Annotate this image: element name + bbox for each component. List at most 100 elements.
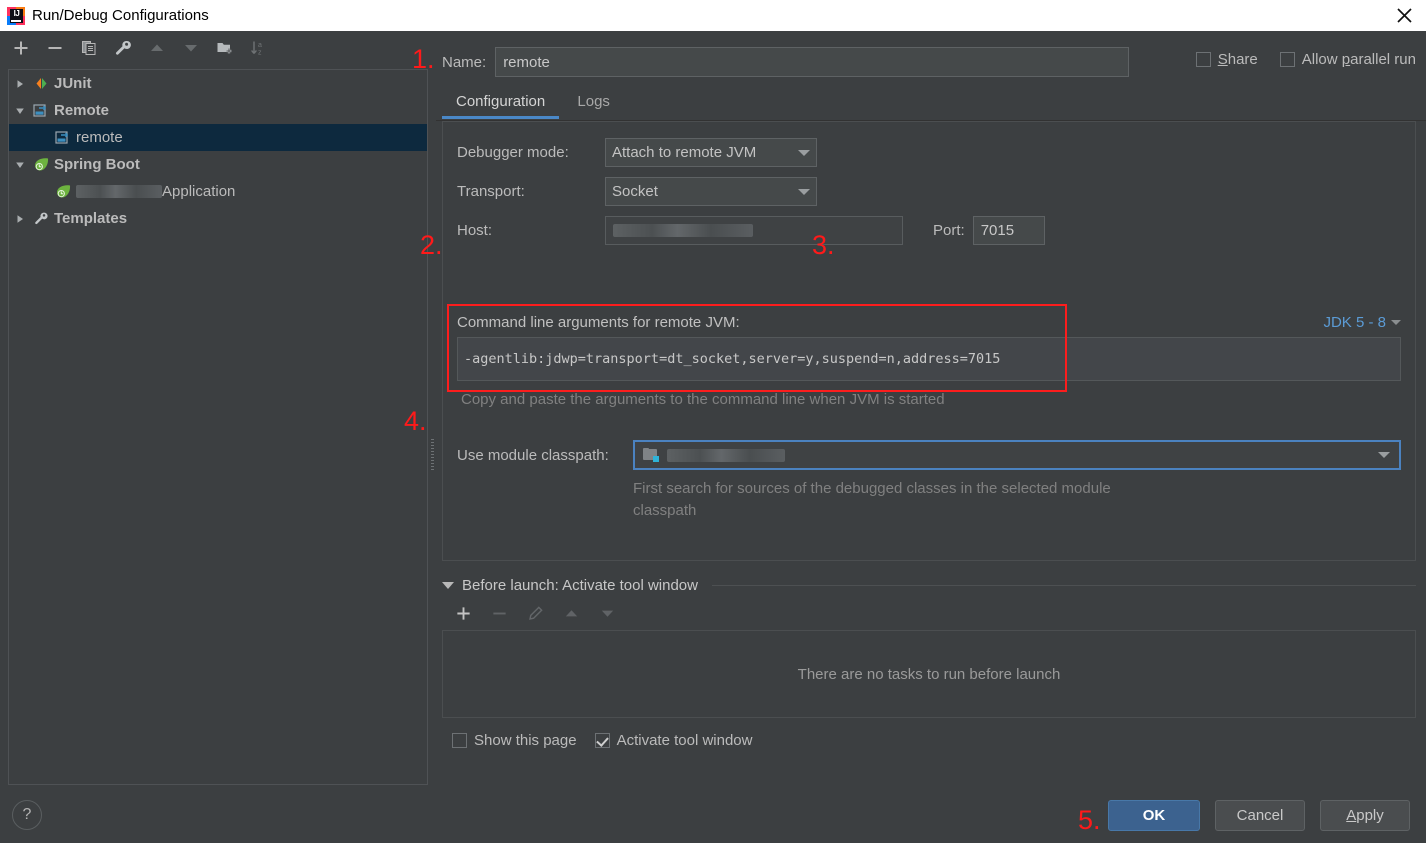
chevron-down-icon bbox=[798, 189, 810, 195]
activate-tool-window-label: Activate tool window bbox=[617, 732, 753, 749]
collapse-arrow-icon[interactable] bbox=[442, 582, 454, 589]
sort-az-icon[interactable]: a z bbox=[248, 37, 270, 59]
chevron-down-icon bbox=[1378, 452, 1390, 458]
tab-configuration[interactable]: Configuration bbox=[442, 89, 559, 118]
move-up-button[interactable] bbox=[146, 37, 168, 59]
task-move-up-button[interactable] bbox=[560, 602, 582, 624]
expand-arrow-icon[interactable] bbox=[9, 79, 31, 89]
tree-item-templates[interactable]: Templates bbox=[9, 205, 427, 232]
configuration-right-panel: Name: Share Allow parallel run Configura… bbox=[436, 31, 1426, 791]
tree-item-spring-boot-group[interactable]: Spring Boot bbox=[9, 151, 427, 178]
use-module-classpath-hint: First search for sources of the debugged… bbox=[633, 478, 1153, 522]
tree-item-junit[interactable]: JUnit bbox=[9, 70, 427, 97]
junit-icon bbox=[31, 76, 51, 92]
wrench-icon[interactable] bbox=[112, 37, 134, 59]
remote-icon bbox=[53, 130, 73, 146]
add-configuration-button[interactable] bbox=[10, 37, 32, 59]
checkbox-box bbox=[1196, 52, 1211, 67]
tab-bar: Configuration Logs bbox=[436, 89, 1426, 121]
close-icon[interactable] bbox=[1390, 0, 1418, 31]
panel-splitter[interactable] bbox=[429, 31, 436, 791]
command-line-arguments-field[interactable]: -agentlib:jdwp=transport=dt_socket,serve… bbox=[457, 337, 1401, 381]
jdk-version-label: JDK 5 - 8 bbox=[1323, 314, 1386, 331]
move-down-button[interactable] bbox=[180, 37, 202, 59]
pencil-icon[interactable] bbox=[524, 602, 546, 624]
use-module-classpath-select[interactable] bbox=[633, 440, 1401, 470]
show-this-page-checkbox[interactable]: Show this page bbox=[452, 732, 577, 749]
debugger-mode-label: Debugger mode: bbox=[457, 144, 605, 161]
spring-boot-icon bbox=[31, 157, 51, 173]
expand-arrow-icon[interactable] bbox=[9, 214, 31, 224]
dialog-buttons: OK Cancel Apply bbox=[1108, 800, 1410, 831]
apply-button[interactable]: Apply bbox=[1320, 800, 1410, 831]
host-port-row: Host: Port: bbox=[457, 216, 1045, 245]
task-move-down-button[interactable] bbox=[596, 602, 618, 624]
module-icon bbox=[643, 448, 659, 462]
before-launch-title: Before launch: Activate tool window bbox=[462, 577, 698, 594]
tree-item-label: Spring Boot bbox=[54, 156, 140, 173]
port-input[interactable] bbox=[973, 216, 1045, 245]
transport-row: Transport: Socket bbox=[457, 177, 1045, 206]
folder-add-icon[interactable] bbox=[214, 37, 236, 59]
redacted-text bbox=[667, 449, 785, 462]
annotation-1: 1. bbox=[412, 44, 435, 75]
share-label: Share bbox=[1218, 51, 1258, 68]
tree-item-remote-group[interactable]: Remote bbox=[9, 97, 427, 124]
connection-settings-form: Debugger mode: Attach to remote JVM Tran… bbox=[457, 138, 1045, 245]
command-line-arguments-hint: Copy and paste the arguments to the comm… bbox=[457, 391, 1401, 408]
help-button[interactable]: ? bbox=[12, 800, 42, 830]
tree-item-spring-application[interactable]: Application bbox=[9, 178, 427, 205]
host-label: Host: bbox=[457, 222, 605, 239]
host-input[interactable] bbox=[605, 216, 903, 245]
tab-logs[interactable]: Logs bbox=[563, 89, 624, 118]
redacted-text bbox=[613, 224, 753, 237]
debugger-mode-value: Attach to remote JVM bbox=[612, 144, 792, 161]
before-launch-task-list[interactable]: There are no tasks to run before launch bbox=[442, 630, 1416, 718]
window-title: Run/Debug Configurations bbox=[32, 7, 209, 24]
dialog-footer: ? OK Cancel Apply bbox=[0, 791, 1426, 843]
remote-icon bbox=[31, 103, 51, 119]
redacted-text bbox=[76, 185, 162, 198]
name-input[interactable] bbox=[495, 47, 1129, 77]
tree-item-label: Templates bbox=[54, 210, 127, 227]
debugger-mode-select[interactable]: Attach to remote JVM bbox=[605, 138, 817, 167]
configurations-tree[interactable]: JUnit Remote bbox=[8, 69, 428, 785]
before-launch-section: Before launch: Activate tool window bbox=[442, 577, 1416, 749]
configurations-left-panel: a z JUnit bbox=[0, 31, 428, 791]
splitter-grip-icon[interactable] bbox=[431, 439, 434, 471]
transport-label: Transport: bbox=[457, 183, 605, 200]
configurations-toolbar: a z bbox=[0, 31, 428, 65]
use-module-classpath-row: Use module classpath: bbox=[457, 440, 1401, 470]
share-checkbox[interactable]: Share bbox=[1196, 51, 1258, 68]
collapse-arrow-icon[interactable] bbox=[9, 160, 31, 170]
chevron-down-icon bbox=[1391, 320, 1401, 325]
jdk-version-selector[interactable]: JDK 5 - 8 bbox=[1323, 314, 1401, 331]
checkbox-box bbox=[595, 733, 610, 748]
cancel-button[interactable]: Cancel bbox=[1215, 800, 1305, 831]
remove-configuration-button[interactable] bbox=[44, 37, 66, 59]
add-task-button[interactable] bbox=[452, 602, 474, 624]
collapse-arrow-icon[interactable] bbox=[9, 106, 31, 116]
intellij-idea-icon: IJ bbox=[7, 7, 25, 25]
port-label: Port: bbox=[933, 222, 965, 239]
transport-select[interactable]: Socket bbox=[605, 177, 817, 206]
name-label: Name: bbox=[442, 54, 486, 71]
before-launch-header[interactable]: Before launch: Activate tool window bbox=[442, 577, 1416, 594]
tree-item-label: Remote bbox=[54, 102, 109, 119]
debugger-mode-row: Debugger mode: Attach to remote JVM bbox=[457, 138, 1045, 167]
window-title-bar: IJ Run/Debug Configurations bbox=[0, 0, 1426, 31]
tree-item-remote-config[interactable]: remote bbox=[9, 124, 427, 151]
annotation-2: 2. bbox=[420, 230, 443, 261]
run-debug-configurations-dialog: a z JUnit bbox=[0, 31, 1426, 843]
tree-item-label: Application bbox=[162, 183, 235, 200]
allow-parallel-run-checkbox[interactable]: Allow parallel run bbox=[1280, 51, 1416, 68]
annotation-5: 5. bbox=[1078, 805, 1101, 836]
ok-button[interactable]: OK bbox=[1108, 800, 1200, 831]
checkbox-box bbox=[452, 733, 467, 748]
remove-task-button[interactable] bbox=[488, 602, 510, 624]
checkbox-box bbox=[1280, 52, 1295, 67]
activate-tool-window-checkbox[interactable]: Activate tool window bbox=[595, 732, 753, 749]
copy-configuration-button[interactable] bbox=[78, 37, 100, 59]
configuration-panel: Debugger mode: Attach to remote JVM Tran… bbox=[442, 121, 1416, 561]
divider bbox=[712, 585, 1416, 586]
